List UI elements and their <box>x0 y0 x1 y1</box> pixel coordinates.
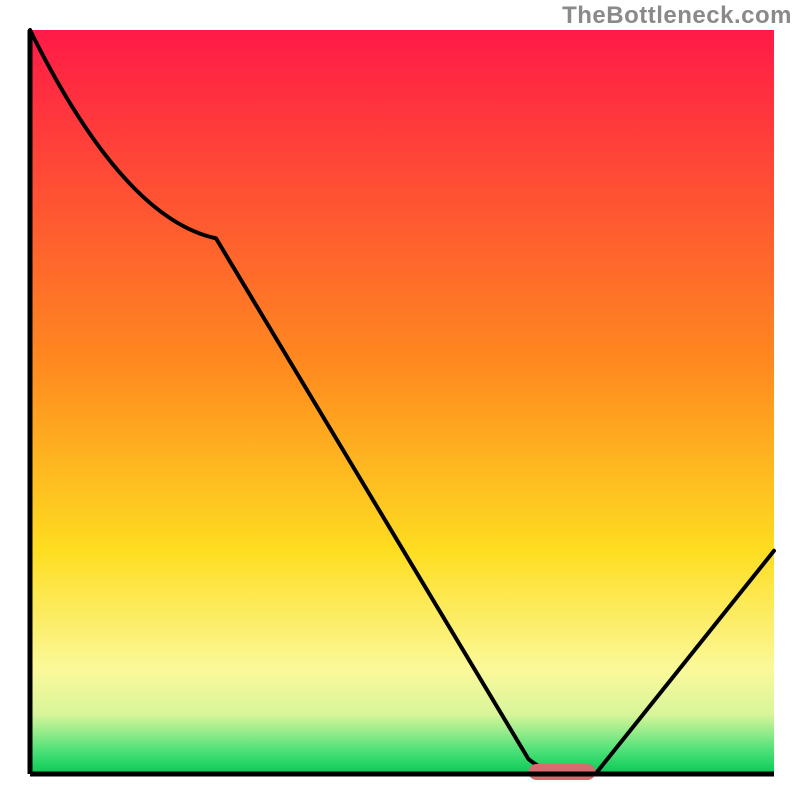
chart-svg <box>0 0 800 800</box>
gradient-background <box>30 30 774 774</box>
bottleneck-chart: TheBottleneck.com <box>0 0 800 800</box>
